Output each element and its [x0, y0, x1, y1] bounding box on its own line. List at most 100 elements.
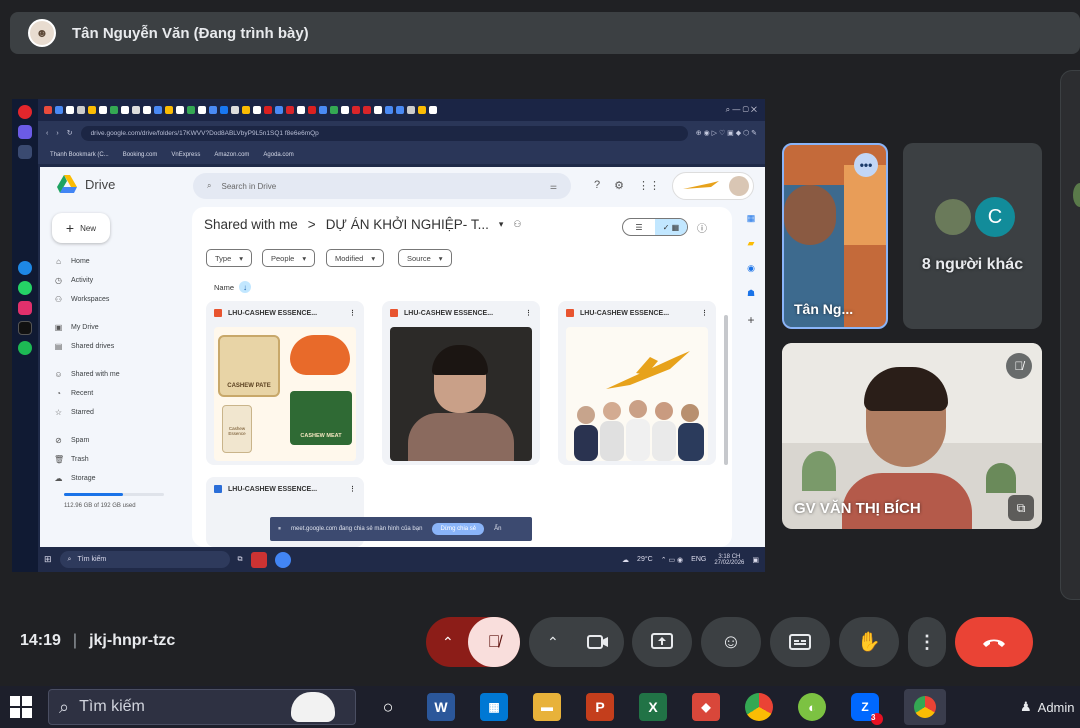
filter-type[interactable]: Type ▾: [206, 249, 253, 267]
keep-icon[interactable]: ▰: [748, 238, 755, 249]
participant-tile-speaker[interactable]: 🎙̸ GV VĂN THỊ BÍCH ⧉: [782, 343, 1042, 529]
meeting-code[interactable]: jkj-hnpr-tzc: [89, 632, 175, 650]
bookmark-item[interactable]: Agoda.com: [263, 152, 293, 158]
camera-toggle-button[interactable]: [572, 617, 624, 667]
chrome-icon[interactable]: [745, 693, 773, 721]
task-view-icon[interactable]: ⧉: [238, 556, 243, 564]
info-icon[interactable]: ⓘ: [697, 220, 707, 235]
home-icon[interactable]: [18, 145, 32, 159]
reload-icon[interactable]: ↻: [67, 129, 73, 137]
nav-starred[interactable]: ☆ Starred: [54, 408, 164, 417]
chrome-active-icon[interactable]: [904, 689, 946, 725]
instagram-icon[interactable]: [18, 301, 32, 315]
contacts-icon[interactable]: ☗: [747, 288, 755, 299]
messenger-icon[interactable]: [18, 261, 32, 275]
language-indicator[interactable]: ENG: [691, 556, 706, 563]
more-options-icon[interactable]: •••: [854, 153, 878, 177]
tasks-icon[interactable]: ◉: [747, 263, 755, 274]
mic-toggle-button[interactable]: 🎙̸: [468, 617, 520, 667]
filter-people[interactable]: People ▾: [262, 249, 316, 267]
nav-storage[interactable]: ☁ Storage: [54, 474, 164, 483]
file-card[interactable]: LHU-CASHEW ESSENCE... ⋮: [382, 301, 540, 465]
tiktok-icon[interactable]: [18, 321, 32, 335]
drive-search[interactable]: ⌕ Search in Drive ⚌: [193, 173, 571, 199]
chevron-up-icon[interactable]: ⌃: [442, 634, 454, 651]
hide-button[interactable]: Ẩn: [494, 526, 501, 532]
nav-shared-with-me[interactable]: ☺ Shared with me: [54, 370, 164, 379]
filter-modified[interactable]: Modified ▾: [326, 249, 385, 267]
more-options-button[interactable]: ⋮: [908, 617, 946, 667]
nav-activity[interactable]: ◷ Activity: [54, 276, 164, 285]
scrollbar[interactable]: [724, 315, 728, 465]
bookmark-item[interactable]: VnExpress: [171, 152, 200, 158]
sort-name[interactable]: Name ↓: [214, 281, 252, 293]
app-icon[interactable]: ◆: [692, 693, 720, 721]
settings-icon[interactable]: ⚙: [614, 179, 624, 192]
apps-grid-icon[interactable]: ⋮⋮: [638, 179, 660, 192]
nav-spam[interactable]: ⊘ Spam: [54, 436, 164, 445]
nav-my-drive[interactable]: ▣ My Drive: [54, 323, 164, 332]
bookmark-item[interactable]: Amazon.com: [214, 152, 249, 158]
file-card[interactable]: LHU-CASHEW ESSENCE... ⋮: [558, 301, 716, 465]
excel-icon[interactable]: X: [639, 693, 667, 721]
help-icon[interactable]: ?: [594, 179, 600, 192]
opera-taskbar-icon[interactable]: [250, 551, 267, 568]
zalo-icon[interactable]: Z3: [851, 693, 883, 725]
breadcrumb-folder[interactable]: DỰ ÁN KHỞI NGHIỆP- T...: [326, 217, 489, 232]
forward-icon[interactable]: ›: [56, 130, 58, 137]
file-explorer-icon[interactable]: ▬: [533, 693, 561, 721]
task-view-icon[interactable]: ○: [374, 693, 402, 721]
notification-icon[interactable]: ▣: [752, 556, 759, 564]
tray-icons[interactable]: ⌃ ▭ ◉: [661, 556, 683, 564]
spotify-icon[interactable]: [18, 341, 32, 355]
grid-view-icon[interactable]: ✓ ▦: [655, 219, 687, 235]
extension-icons[interactable]: ⊕ ◉ ▷ ♡ ▣ ◆ ⬡ ✎: [696, 129, 757, 137]
nav-trash[interactable]: 🗑 Trash: [54, 455, 164, 464]
stop-sharing-button[interactable]: Dừng chia sẻ: [432, 523, 485, 535]
clock[interactable]: 3:18 CH 27/02/2026: [714, 554, 744, 566]
breadcrumb-root[interactable]: Shared with me: [204, 217, 298, 232]
powerpoint-icon[interactable]: P: [586, 693, 614, 721]
taskbar-search[interactable]: ⌕ Tìm kiếm: [48, 689, 356, 725]
pip-icon[interactable]: ⧉: [1008, 495, 1034, 521]
file-card[interactable]: LHU-CASHEW ESSENCE... ⋮ CASHEW PATE Cashe…: [206, 301, 364, 465]
nav-home[interactable]: ⌂ Home: [54, 257, 164, 266]
view-toggle[interactable]: ☰ ✓ ▦: [622, 218, 688, 236]
bookmark-item[interactable]: Booking.com: [123, 152, 158, 158]
reactions-button[interactable]: ☺: [701, 617, 761, 667]
chrome-taskbar-icon[interactable]: [274, 551, 291, 568]
list-view-icon[interactable]: ☰: [623, 219, 655, 235]
calendar-icon[interactable]: ▦: [747, 213, 756, 224]
caret-down-icon[interactable]: ▾: [499, 219, 504, 230]
url-field[interactable]: drive.google.com/drive/folders/17KWVV?Do…: [80, 125, 688, 141]
captions-button[interactable]: [770, 617, 830, 667]
app-icon[interactable]: ◐: [798, 693, 826, 721]
more-options-icon[interactable]: ⋮: [525, 309, 532, 317]
bookmark-item[interactable]: Thanh Bookmark (C...: [50, 152, 109, 158]
nav-shared-drives[interactable]: ▤ Shared drives: [54, 342, 164, 351]
windows-start-icon[interactable]: [10, 696, 32, 718]
participant-tile-presenter[interactable]: ••• Tân Ng...: [782, 143, 888, 329]
more-options-icon[interactable]: ⋮: [349, 309, 356, 317]
filter-source[interactable]: Source ▾: [398, 249, 452, 267]
store-icon[interactable]: ▦: [480, 693, 508, 721]
user-area[interactable]: ♟ Admin: [1020, 699, 1080, 715]
word-icon[interactable]: W: [427, 693, 455, 721]
whatsapp-icon[interactable]: [18, 281, 32, 295]
add-addon-icon[interactable]: +: [747, 313, 754, 327]
chevron-up-icon[interactable]: ⌃: [547, 634, 559, 651]
nav-workspaces[interactable]: ⚇ Workspaces: [54, 295, 164, 304]
back-icon[interactable]: ‹: [46, 130, 48, 137]
inner-search[interactable]: ⌕ Tìm kiếm: [59, 551, 230, 568]
drive-logo[interactable]: Drive: [57, 175, 115, 193]
window-controls[interactable]: ⌕ — ▢ ✕: [726, 105, 765, 115]
others-tile[interactable]: C 8 người khác: [903, 143, 1042, 329]
leave-call-button[interactable]: [955, 617, 1033, 667]
aria-icon[interactable]: [18, 125, 32, 139]
nav-recent[interactable]: ◔ Recent: [54, 389, 164, 398]
more-options-icon[interactable]: ⋮: [349, 485, 356, 493]
new-button[interactable]: + New: [52, 213, 110, 243]
raise-hand-button[interactable]: ✋: [839, 617, 899, 667]
present-button[interactable]: [632, 617, 692, 667]
filter-icon[interactable]: ⚌: [550, 182, 557, 191]
